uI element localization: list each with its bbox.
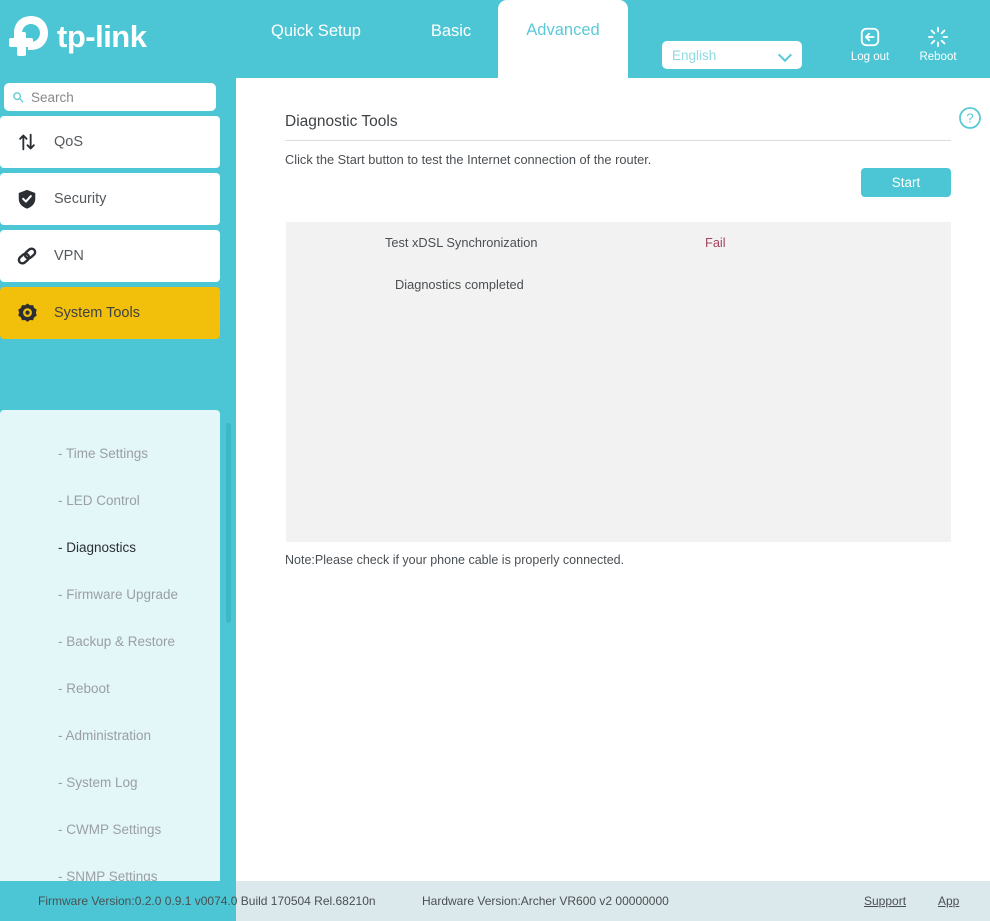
completion-message: Diagnostics completed — [395, 277, 524, 292]
submenu-item-led-control[interactable]: - LED Control — [0, 477, 220, 524]
result-status: Fail — [705, 235, 726, 250]
reboot-icon — [927, 26, 949, 48]
firmware-version: Firmware Version:0.2.0 0.9.1 v0074.0 Bui… — [38, 894, 376, 908]
language-selected-value: English — [672, 47, 717, 63]
reboot-label: Reboot — [919, 51, 957, 63]
sidebar-scrollbar-thumb[interactable] — [226, 423, 231, 623]
title-divider — [285, 140, 951, 141]
tab-basic[interactable]: Basic — [396, 0, 506, 78]
tp-link-mark-icon — [9, 16, 48, 56]
logout-button[interactable]: Log out — [838, 26, 902, 63]
sidebar: QoS Security — [0, 78, 236, 921]
start-button[interactable]: Start — [861, 168, 951, 197]
app-link[interactable]: App — [938, 894, 959, 908]
result-row: Test xDSL Synchronization Fail — [385, 235, 905, 250]
brand-name: tp-link — [57, 18, 147, 54]
router-admin-page: tp-link Quick Setup Basic Advanced Engli… — [0, 0, 990, 921]
logout-icon — [860, 27, 880, 47]
reboot-button[interactable]: Reboot — [906, 26, 970, 63]
page-header: tp-link Quick Setup Basic Advanced Engli… — [0, 0, 990, 78]
page-title: Diagnostic Tools — [285, 113, 398, 130]
submenu-item-cwmp-settings[interactable]: - CWMP Settings — [0, 806, 220, 853]
sidebar-submenu: - Time Settings - LED Control - Diagnost… — [0, 410, 220, 921]
search-input[interactable] — [31, 89, 208, 105]
sidebar-item-label: VPN — [54, 248, 84, 264]
language-selector[interactable]: English — [662, 41, 802, 69]
diagnostics-results-panel: Test xDSL Synchronization Fail Diagnosti… — [286, 222, 951, 542]
sidebar-item-label: System Tools — [54, 305, 140, 321]
note-text: Note:Please check if your phone cable is… — [285, 553, 625, 567]
tab-quick-setup[interactable]: Quick Setup — [246, 0, 386, 78]
sidebar-item-vpn[interactable]: VPN — [0, 230, 220, 282]
qos-arrows-icon — [0, 131, 54, 153]
help-circle-icon[interactable]: ? — [958, 106, 982, 135]
sidebar-item-qos[interactable]: QoS — [0, 116, 220, 168]
submenu-item-backup-restore[interactable]: - Backup & Restore — [0, 618, 220, 665]
page-footer: Firmware Version:0.2.0 0.9.1 v0074.0 Bui… — [0, 881, 990, 921]
chevron-down-icon — [780, 49, 792, 61]
gear-icon — [0, 302, 54, 325]
instruction-text: Click the Start button to test the Inter… — [285, 152, 652, 167]
sidebar-item-label: Security — [54, 191, 107, 207]
submenu-item-system-log[interactable]: - System Log — [0, 759, 220, 806]
submenu-item-diagnostics[interactable]: - Diagnostics — [0, 524, 220, 571]
hardware-version: Hardware Version:Archer VR600 v2 0000000… — [422, 894, 669, 908]
tab-advanced[interactable]: Advanced — [498, 0, 628, 78]
search-box[interactable] — [4, 83, 216, 111]
search-icon — [13, 92, 24, 103]
sidebar-scrollbar[interactable] — [224, 78, 233, 881]
submenu-item-firmware-upgrade[interactable]: - Firmware Upgrade — [0, 571, 220, 618]
submenu-item-reboot[interactable]: - Reboot — [0, 665, 220, 712]
result-test-name: Test xDSL Synchronization — [385, 235, 538, 250]
tp-link-logo: tp-link — [8, 12, 147, 60]
submenu-item-time-settings[interactable]: - Time Settings — [0, 430, 220, 477]
sidebar-item-system-tools[interactable]: System Tools — [0, 287, 220, 339]
support-link[interactable]: Support — [864, 894, 906, 908]
svg-text:?: ? — [966, 111, 973, 126]
logout-label: Log out — [850, 51, 890, 63]
main-content: Diagnostic Tools ? Click the Start butto… — [236, 78, 990, 881]
shield-check-icon — [0, 188, 54, 210]
sidebar-item-label: QoS — [54, 134, 84, 150]
link-chain-icon — [0, 244, 54, 268]
submenu-item-administration[interactable]: - Administration — [0, 712, 220, 759]
sidebar-menu: QoS Security VPN System Tools — [0, 116, 224, 344]
sidebar-item-security[interactable]: Security — [0, 173, 220, 225]
